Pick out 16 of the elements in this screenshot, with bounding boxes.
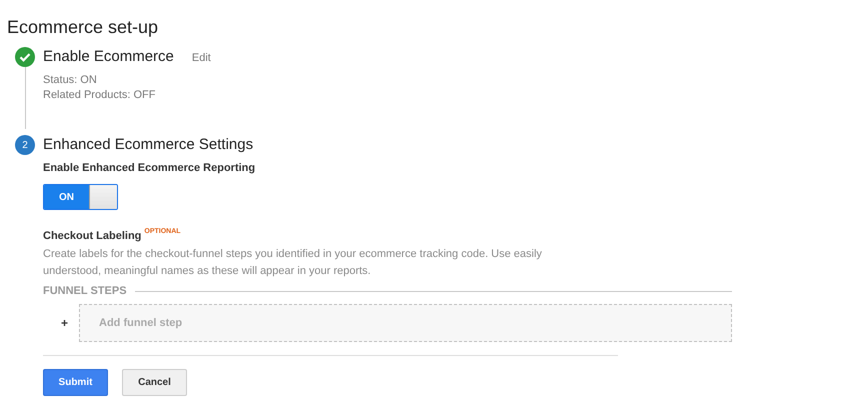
toggle-switch[interactable]: ON [43, 184, 118, 210]
status-text: Status: ON [43, 73, 98, 88]
section-label: Checkout Labeling [43, 229, 142, 243]
step-number: 2 [15, 135, 35, 155]
cancel-button[interactable]: Cancel [122, 369, 187, 396]
section-heading: FUNNEL STEPS [43, 285, 127, 297]
edit-link[interactable]: Edit [192, 46, 211, 70]
plus-icon[interactable]: + [43, 316, 79, 330]
page-title: Ecommerce set-up [7, 16, 160, 38]
field-label: Enable Enhanced Ecommerce Reporting [43, 161, 256, 175]
check-icon [15, 47, 35, 67]
description-text: Create labels for the checkout-funnel steps you identified in your ecommerce tracking code. Use easily understood, meaningful names as these will appear in your reports. [43, 247, 543, 279]
step-title: Enhanced Ecommerce Settings [43, 135, 254, 155]
status-text: Related Products: OFF [43, 88, 156, 103]
submit-button[interactable]: Submit [43, 369, 108, 396]
step-title: Enable Ecommerce [43, 47, 174, 67]
